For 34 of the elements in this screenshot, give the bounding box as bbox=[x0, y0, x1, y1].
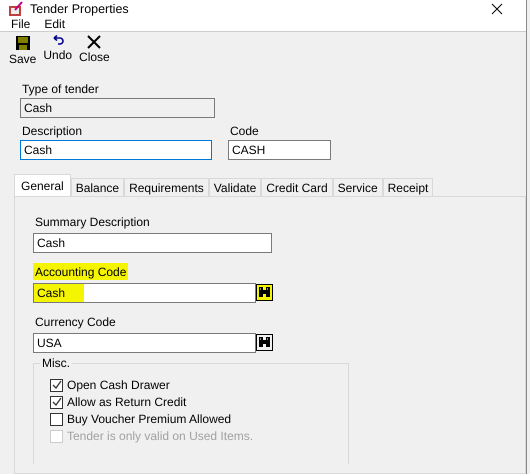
checkbox-label: Buy Voucher Premium Allowed bbox=[67, 412, 232, 426]
description-field[interactable]: Cash bbox=[20, 140, 212, 160]
window-title: Tender Properties bbox=[30, 2, 130, 16]
toolbar-button[interactable]: Undo bbox=[43, 35, 72, 66]
checkbox[interactable] bbox=[50, 396, 63, 408]
checkbox-label: Open Cash Drawer bbox=[67, 378, 170, 392]
lookup-button[interactable] bbox=[256, 334, 273, 351]
toolbar-button[interactable]: Close bbox=[79, 35, 110, 66]
field-label: Accounting Code bbox=[33, 263, 128, 280]
tab[interactable]: Service bbox=[332, 178, 383, 196]
binoculars-icon bbox=[256, 334, 273, 351]
undo-arrow-icon bbox=[50, 35, 65, 47]
checkbox-label: Tender is only valid on Used Items. bbox=[67, 429, 254, 443]
menu-item[interactable]: Edit bbox=[44, 17, 66, 31]
lookup-button[interactable] bbox=[256, 284, 273, 301]
checkbox[interactable] bbox=[50, 378, 63, 392]
binoculars-icon bbox=[256, 284, 273, 301]
group-title: Misc. bbox=[40, 356, 72, 370]
app-icon bbox=[8, 0, 24, 16]
text-field[interactable]: Cash bbox=[33, 283, 256, 303]
close-icon bbox=[87, 35, 102, 49]
tab[interactable]: Receipt bbox=[382, 178, 434, 196]
tab[interactable]: Balance bbox=[70, 178, 124, 196]
tab[interactable]: Requirements bbox=[124, 178, 209, 196]
toolbar-button[interactable]: Save bbox=[9, 35, 36, 66]
text-field[interactable]: USA bbox=[33, 333, 256, 353]
checkbox-label: Allow as Return Credit bbox=[67, 395, 186, 409]
tab[interactable]: General bbox=[14, 174, 71, 196]
text-field[interactable]: Cash bbox=[33, 233, 272, 253]
menu-item[interactable]: File bbox=[11, 17, 30, 31]
code-field[interactable]: CASH bbox=[228, 140, 331, 160]
checkbox[interactable] bbox=[50, 412, 63, 426]
tab[interactable]: Validate bbox=[208, 178, 262, 196]
tab[interactable]: Credit Card bbox=[261, 178, 333, 196]
